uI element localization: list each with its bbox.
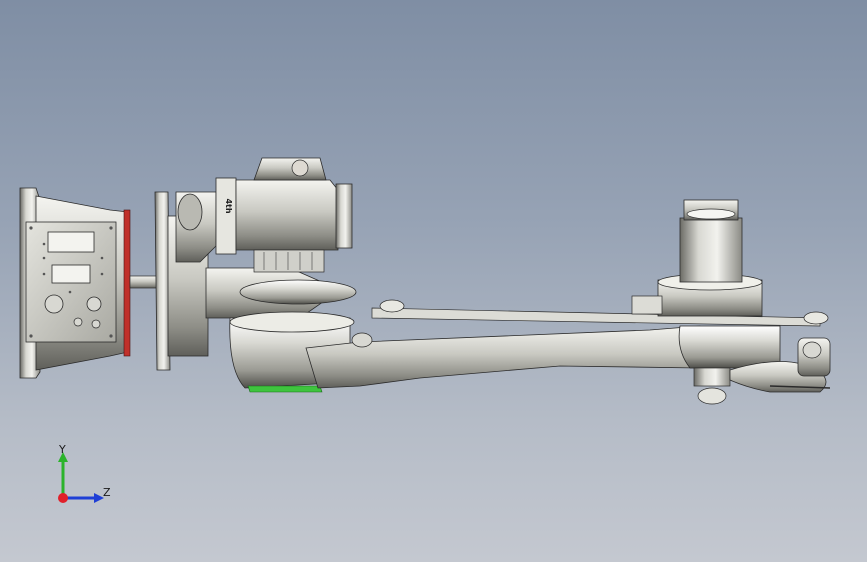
joint-motor: 4th [215,157,353,273]
cad-viewport[interactable]: 4th Y Z [0,0,867,562]
orientation-triad: Y Z [50,440,120,510]
z-axis-label: Z [103,486,111,499]
motor-label: 4th [224,198,233,213]
y-axis-label: Y [59,443,66,456]
robot-arm-model[interactable]: 4th [0,0,867,562]
